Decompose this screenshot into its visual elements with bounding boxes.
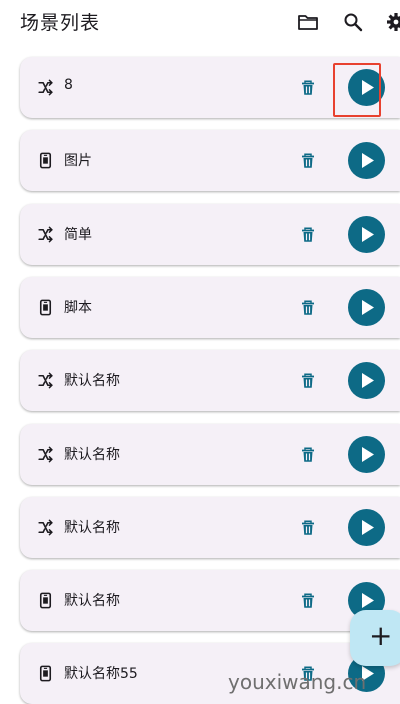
scene-name: 简单 [64, 226, 92, 243]
add-icon: + [369, 619, 393, 652]
scene-name: 默认名称 [64, 446, 120, 463]
scene-card[interactable]: 默认名称 [20, 423, 400, 485]
scene-name: 默认名称55 [64, 666, 138, 683]
play-button[interactable] [348, 435, 385, 473]
phone-icon [36, 591, 55, 610]
delete-icon[interactable] [299, 446, 317, 464]
scene-card[interactable]: 简单 [20, 203, 400, 265]
delete-icon[interactable] [299, 79, 317, 97]
folder-icon[interactable] [296, 10, 320, 34]
shuffle-icon [36, 78, 55, 97]
play-button[interactable] [348, 215, 385, 253]
watermark: youxiwang.cn [228, 670, 367, 694]
phone-icon [36, 298, 55, 317]
scene-name: 脚本 [64, 299, 92, 316]
scene-card[interactable]: 默认名称 [20, 496, 400, 558]
play-button-highlight [333, 63, 381, 117]
shuffle-icon [36, 518, 55, 537]
play-button[interactable] [348, 142, 385, 180]
scene-name: 默认名称 [64, 593, 120, 610]
delete-icon[interactable] [299, 299, 317, 317]
scene-name: 默认名称 [64, 373, 120, 390]
scene-name: 默认名称 [64, 519, 120, 536]
scene-name: 图片 [64, 153, 92, 170]
scene-card[interactable]: 脚本 [20, 276, 400, 338]
play-button[interactable] [348, 508, 385, 546]
scene-card[interactable]: 图片 [20, 130, 400, 192]
add-scene-button[interactable]: + [350, 610, 400, 666]
gear-icon[interactable] [384, 10, 400, 34]
shuffle-icon [36, 445, 55, 464]
scene-name: 8 [64, 77, 73, 93]
phone-icon [36, 664, 55, 683]
delete-icon[interactable] [299, 592, 317, 610]
shuffle-icon [36, 225, 55, 244]
delete-icon[interactable] [299, 372, 317, 390]
app-bar: 场景列表 [0, 0, 400, 44]
play-button[interactable] [348, 288, 385, 326]
shuffle-icon [36, 371, 55, 390]
play-button[interactable] [348, 362, 385, 400]
phone-icon [36, 151, 55, 170]
search-icon[interactable] [341, 10, 365, 34]
delete-icon[interactable] [299, 226, 317, 244]
delete-icon[interactable] [299, 519, 317, 537]
delete-icon[interactable] [299, 152, 317, 170]
scene-card[interactable]: 默认名称 [20, 570, 400, 632]
page-title: 场景列表 [20, 12, 101, 34]
scene-card[interactable]: 默认名称 [20, 350, 400, 412]
